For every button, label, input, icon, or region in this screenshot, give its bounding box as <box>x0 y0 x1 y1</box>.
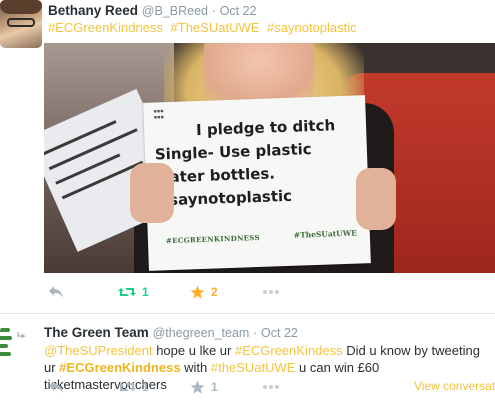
reply-button[interactable] <box>48 378 64 396</box>
hashtag-link[interactable]: #ECGreenKindness <box>48 20 163 35</box>
retweet-icon <box>118 288 136 296</box>
avatar[interactable] <box>0 0 42 48</box>
retweet-icon <box>118 383 136 391</box>
tweet-date[interactable]: Oct 22 <box>220 4 257 18</box>
tweet-actions: 1 2 <box>48 283 488 301</box>
hand-left <box>130 163 174 223</box>
star-icon <box>190 285 205 299</box>
sign-tag-left: #ECGREENKINDNESS <box>165 232 261 246</box>
separator-dot: · <box>211 4 216 18</box>
user-name[interactable]: The Green Team <box>44 325 149 340</box>
favorite-count: 2 <box>211 285 218 299</box>
tweet-date[interactable]: Oct 22 <box>261 326 298 340</box>
tweet-text-segment: hope u lke ur <box>152 343 235 358</box>
tweet-photo[interactable]: ▪▪▪ ▪▪▪ I pledge to ditch Single- Use pla… <box>44 43 495 273</box>
tweet-divider <box>0 313 495 314</box>
hashtag-link[interactable]: #ECGreenKindess <box>235 343 343 358</box>
hashtag-link[interactable]: #ECGreenKindness <box>59 360 180 375</box>
reply-indicator-icon <box>17 332 26 339</box>
avatar[interactable] <box>0 326 12 360</box>
retweet-button[interactable]: 1 <box>118 283 149 301</box>
reply-icon <box>49 286 63 298</box>
view-conversation-link[interactable]: View conversation <box>414 379 495 393</box>
reply-icon <box>49 381 63 393</box>
sign-tag-right: #TheSUatUWE <box>293 228 358 240</box>
retweet-count: 1 <box>142 380 149 394</box>
more-dots-icon <box>263 385 279 389</box>
hashtag-line: #ECGreenKindness #TheSUatUWE #saynotopla… <box>48 20 361 35</box>
hand-right <box>356 168 396 230</box>
more-button[interactable] <box>262 283 280 301</box>
tweet-bethany-reed: Bethany Reed @B_BReed · Oct 22 #ECGreenK… <box>0 0 495 318</box>
favorite-button[interactable]: 2 <box>190 283 218 301</box>
separator-dot: · <box>253 326 258 340</box>
tweet-text-segment: with <box>180 360 211 375</box>
hashtag-link[interactable]: #saynotoplastic <box>267 20 357 35</box>
more-button[interactable] <box>262 378 280 396</box>
reply-button[interactable] <box>48 283 64 301</box>
hashtag-link[interactable]: #theSUatUWE <box>211 360 296 375</box>
retweet-count: 1 <box>142 285 149 299</box>
tweet-header: Bethany Reed @B_BReed · Oct 22 <box>48 3 257 18</box>
user-handle[interactable]: @B_BReed <box>142 4 208 18</box>
tweet-header: The Green Team @thegreen_team · Oct 22 <box>44 325 298 340</box>
pledge-sign: ▪▪▪ ▪▪▪ I pledge to ditch Single- Use pla… <box>143 95 371 271</box>
favorite-count: 1 <box>211 380 218 394</box>
tweet-green-team: The Green Team @thegreen_team · Oct 22 @… <box>0 318 495 400</box>
hashtag-link[interactable]: #TheSUatUWE <box>171 20 260 35</box>
user-handle[interactable]: @thegreen_team <box>153 326 250 340</box>
favorite-button[interactable]: 1 <box>190 378 218 396</box>
star-icon <box>190 380 205 394</box>
user-name[interactable]: Bethany Reed <box>48 3 138 18</box>
more-dots-icon <box>263 290 279 294</box>
mention-link[interactable]: @TheSUPresident <box>44 343 153 358</box>
retweet-button[interactable]: 1 <box>118 378 149 396</box>
